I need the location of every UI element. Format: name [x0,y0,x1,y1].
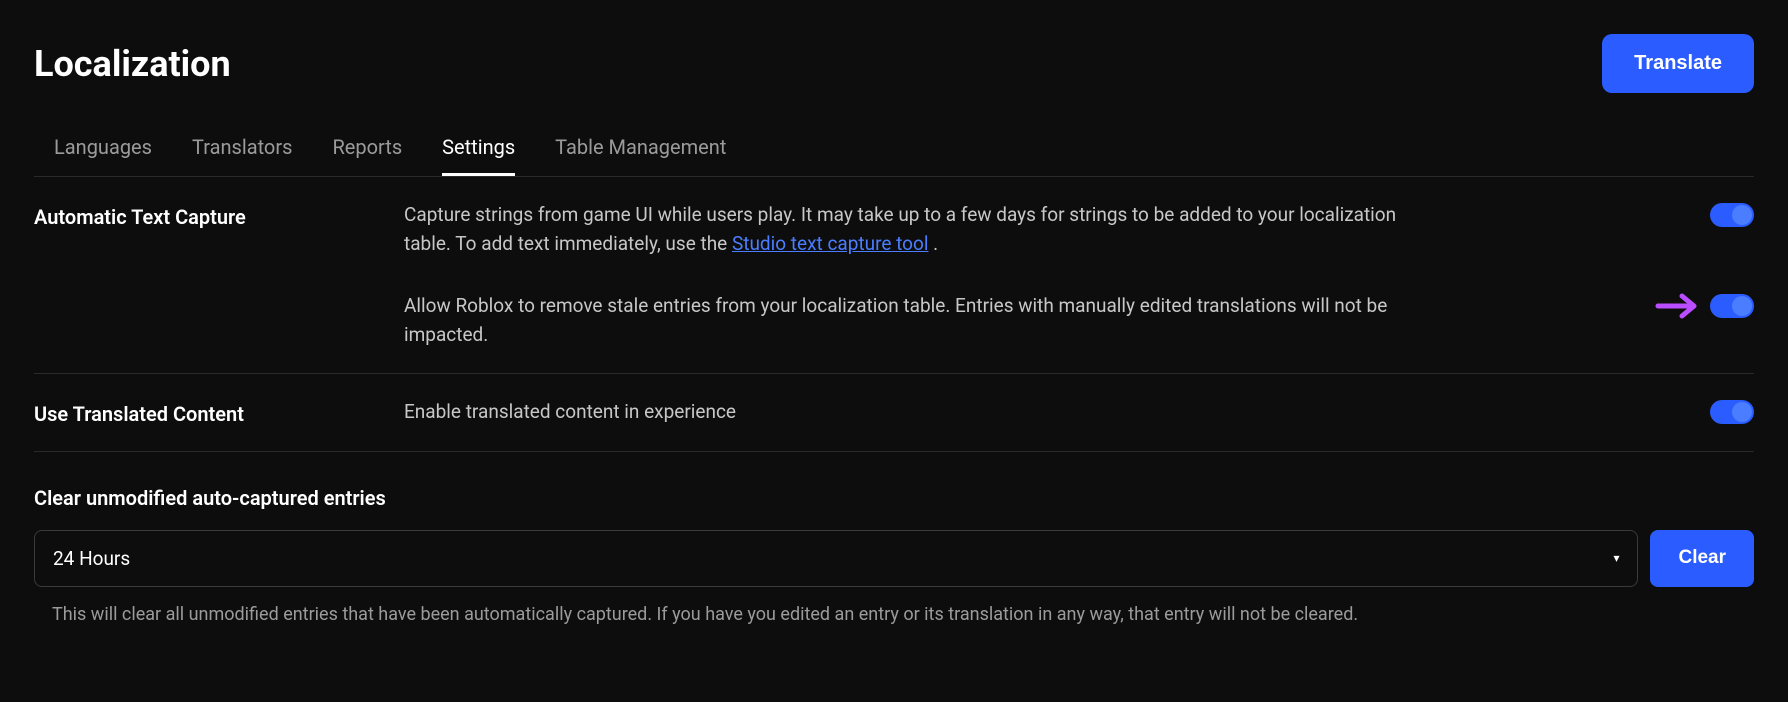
tab-settings[interactable]: Settings [442,121,515,176]
page-title: Localization [34,43,231,85]
clear-duration-value: 24 Hours [53,547,130,570]
auto-capture-label: Automatic Text Capture [34,201,404,229]
tab-translators[interactable]: Translators [192,121,292,176]
tab-reports[interactable]: Reports [332,121,402,176]
clear-entries-title: Clear unmodified auto-captured entries [34,486,1754,510]
chevron-down-icon: ▾ [1613,551,1619,565]
clear-button[interactable]: Clear [1650,530,1754,587]
tab-table-management[interactable]: Table Management [555,121,726,176]
clear-duration-dropdown[interactable]: 24 Hours ▾ [34,530,1638,587]
clear-help-text: This will clear all unmodified entries t… [34,601,1754,628]
arrow-right-icon [1658,294,1702,318]
section-use-translated: Use Translated Content Enable translated… [34,374,1754,452]
stale-entries-desc: Allow Roblox to remove stale entries fro… [404,292,1404,349]
translate-button[interactable]: Translate [1602,34,1754,93]
auto-capture-desc-1-suffix: . [928,232,938,255]
auto-capture-desc-1: Capture strings from game UI while users… [404,201,1404,258]
use-translated-toggle[interactable] [1710,400,1754,424]
use-translated-desc: Enable translated content in experience [404,398,736,427]
tabs-bar: Languages Translators Reports Settings T… [34,121,1754,177]
stale-entries-toggle[interactable] [1710,294,1754,318]
auto-capture-toggle[interactable] [1710,203,1754,227]
studio-text-capture-link[interactable]: Studio text capture tool [732,232,929,255]
tab-languages[interactable]: Languages [54,121,152,176]
section-auto-capture: Automatic Text Capture Capture strings f… [34,177,1754,374]
use-translated-label: Use Translated Content [34,398,404,426]
section-clear-entries: Clear unmodified auto-captured entries 2… [34,452,1754,628]
